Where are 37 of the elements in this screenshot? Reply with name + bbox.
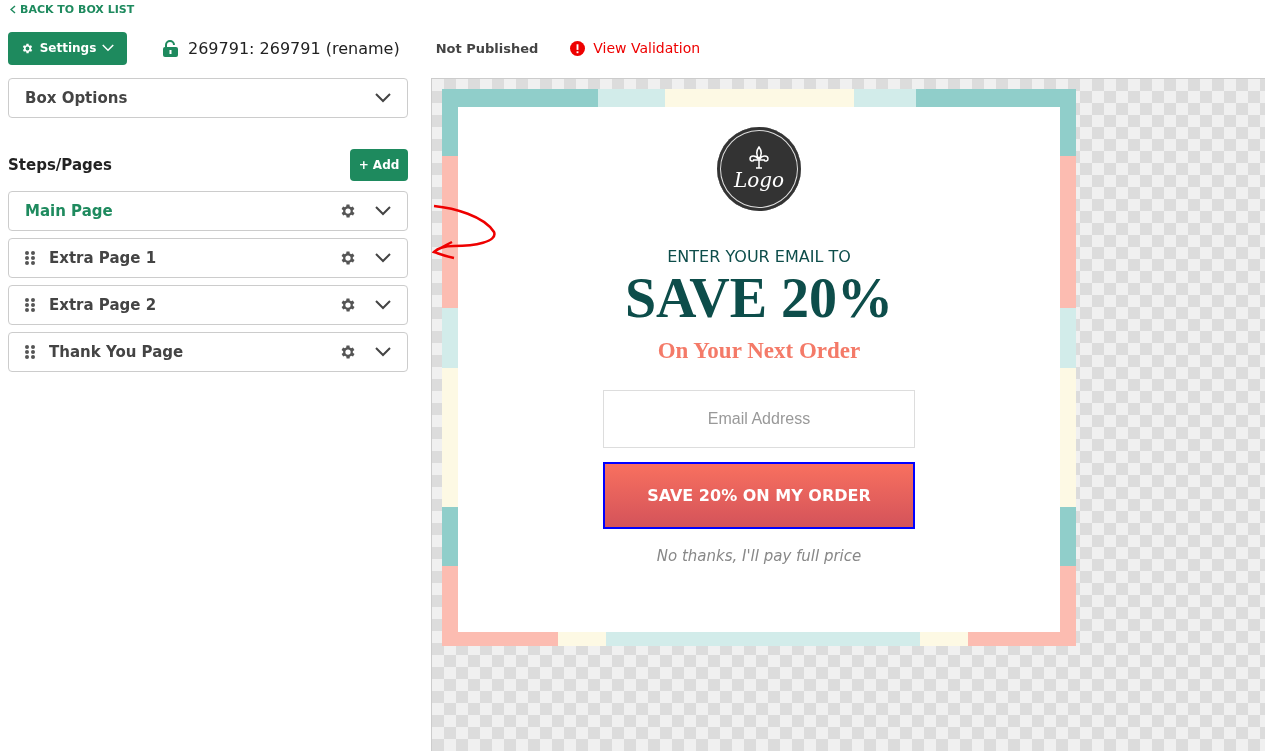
page-item[interactable]: Thank You Page	[8, 332, 408, 372]
settings-button[interactable]: Settings	[8, 31, 127, 65]
subheadline: On Your Next Order	[657, 337, 861, 364]
email-field[interactable]: Email Address	[603, 389, 915, 448]
drag-handle-icon[interactable]	[25, 298, 35, 312]
chevron-down-icon[interactable]	[375, 347, 391, 357]
drag-handle-icon[interactable]	[25, 345, 35, 359]
page-item[interactable]: Main Page	[8, 191, 408, 231]
chevron-down-icon	[102, 44, 115, 52]
settings-icon	[20, 41, 34, 55]
logo: Logo	[717, 127, 801, 211]
fleur-de-lis-icon	[748, 146, 770, 170]
back-link[interactable]: BACK TO BOX LIST	[20, 2, 135, 16]
page-item[interactable]: Extra Page 2	[8, 285, 408, 325]
decline-link[interactable]: No thanks, I'll pay full price	[656, 546, 862, 565]
box-options-dropdown[interactable]: Box Options	[8, 78, 408, 118]
chevron-down-icon[interactable]	[375, 93, 391, 103]
steps-title: Steps/Pages	[8, 156, 112, 174]
chevron-down-icon[interactable]	[375, 300, 391, 310]
drag-handle-icon[interactable]	[25, 251, 35, 265]
add-button[interactable]: + Add	[350, 149, 408, 181]
settings-icon[interactable]	[339, 296, 357, 314]
kicker-text: ENTER YOUR EMAIL TO	[667, 247, 851, 266]
publish-status: Not Published	[435, 40, 539, 56]
settings-icon[interactable]	[339, 202, 357, 220]
chevron-left-icon[interactable]	[10, 4, 16, 14]
unlocked-padlock-icon	[163, 39, 178, 57]
alert-icon	[570, 40, 586, 56]
headline: SAVE 20%	[624, 268, 894, 330]
box-name: 269791: 269791 (rename)	[188, 38, 400, 58]
chevron-down-icon[interactable]	[375, 253, 391, 263]
settings-icon[interactable]	[339, 249, 357, 267]
view-validation-link[interactable]: View Validation	[593, 40, 701, 56]
settings-icon[interactable]	[339, 343, 357, 361]
submit-button[interactable]: SAVE 20% ON MY ORDER	[603, 461, 915, 529]
chevron-down-icon[interactable]	[375, 206, 391, 216]
page-item[interactable]: Extra Page 1	[8, 238, 408, 278]
